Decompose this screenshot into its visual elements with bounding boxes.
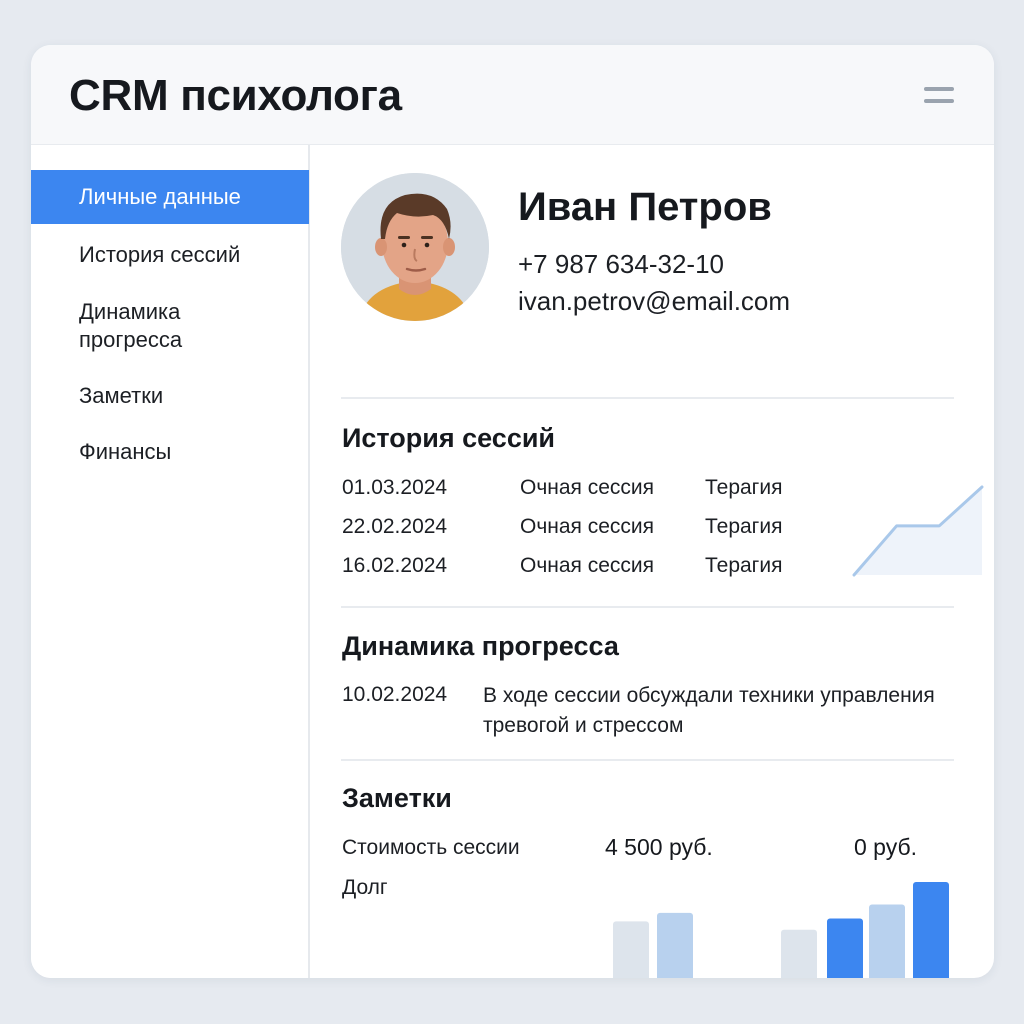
divider	[341, 606, 954, 608]
progress-title: Динамика прогресса	[342, 631, 619, 661]
client-card: Иван Петров +7 987 634-32-10 ivan.petrov…	[311, 145, 994, 978]
finance-bar-chart	[613, 882, 949, 978]
session-history-title: История сессий	[342, 423, 556, 453]
session-cost-label: Стоимость сессии	[342, 836, 520, 859]
client-avatar	[341, 173, 489, 321]
app-window: CRM психолога Личные данные История сесс…	[31, 45, 994, 978]
menu-icon[interactable]	[924, 85, 954, 107]
debt-label: Долг	[342, 876, 388, 899]
session-type: Очная сессия	[520, 515, 655, 538]
progress-date: 10.02.2024	[342, 683, 448, 706]
session-type: Очная сессия	[520, 554, 655, 577]
client-email[interactable]: ivan.petrov@email.com	[518, 286, 790, 317]
sidebar-item-notes[interactable]: Заметки	[31, 382, 309, 410]
person-avatar-icon	[341, 173, 489, 321]
notes-title: Заметки	[342, 783, 452, 813]
client-name: Иван Петров	[518, 185, 772, 229]
finance-bar	[781, 929, 817, 978]
menu-icon-bar	[924, 87, 954, 91]
sidebar: Личные данные История сессий Динамика пр…	[31, 145, 310, 978]
progress-note: В ходе сессии обсуждали техники управлен…	[483, 684, 935, 737]
session-trend-chart	[852, 485, 984, 577]
finance-bar	[869, 904, 905, 978]
divider	[341, 759, 954, 761]
finance-bar	[657, 912, 693, 978]
trend-area	[854, 487, 982, 575]
session-type: Очная сессия	[520, 476, 655, 499]
menu-icon-bar	[924, 99, 954, 103]
finance-bar	[913, 882, 949, 978]
sidebar-item-session-history[interactable]: История сессий	[31, 241, 309, 269]
debt-value: 0 руб.	[854, 834, 918, 860]
session-kind: Терагия	[705, 554, 783, 577]
session-date: 22.02.2024	[342, 515, 448, 538]
finance-bar	[613, 921, 649, 978]
divider	[341, 397, 954, 399]
client-phone[interactable]: +7 987 634-32-10	[518, 249, 724, 280]
session-date: 16.02.2024	[342, 554, 448, 577]
session-date: 01.03.2024	[342, 476, 448, 499]
sidebar-item-personal-data[interactable]: Личные данные	[31, 170, 309, 224]
session-kind: Терагия	[705, 476, 783, 499]
session-kind: Терагия	[705, 515, 783, 538]
app-header: CRM психолога	[31, 45, 994, 145]
sidebar-item-finances[interactable]: Финансы	[31, 438, 309, 466]
session-cost-value: 4 500 руб.	[605, 834, 713, 860]
finance-bar	[827, 918, 863, 978]
app-title: CRM психолога	[69, 71, 402, 120]
sidebar-item-progress[interactable]: Динамика прогресса	[31, 298, 309, 354]
